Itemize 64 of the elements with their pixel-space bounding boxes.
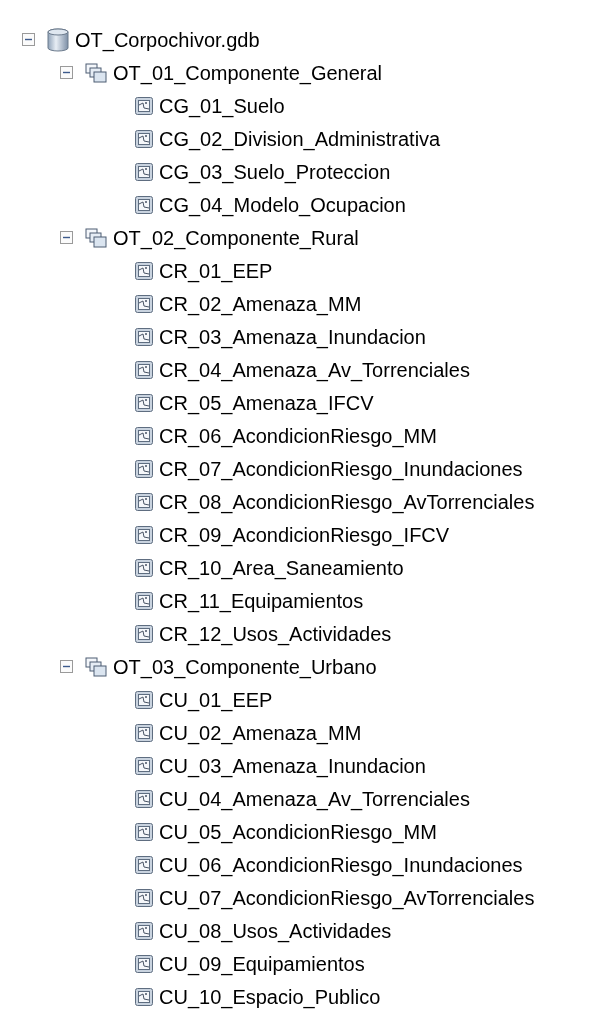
feature-class-icon	[135, 129, 153, 148]
collapse-icon[interactable]	[60, 231, 73, 244]
dataset-icon	[85, 227, 107, 248]
feature-class-icon	[135, 624, 153, 643]
feature-class-icon	[135, 327, 153, 346]
tree-item-label[interactable]: CR_05_Amenaza_IFCV	[159, 390, 374, 415]
tree-item-label[interactable]: CU_05_AcondicionRiesgo_MM	[159, 819, 437, 844]
feature-class-icon	[135, 525, 153, 544]
tree-item-label[interactable]: CU_02_Amenaza_MM	[159, 720, 362, 745]
feature-class-icon	[135, 591, 153, 610]
feature-class-icon	[135, 921, 153, 940]
tree-item-label[interactable]: CU_03_Amenaza_Inundacion	[159, 753, 426, 778]
collapse-icon[interactable]	[22, 33, 35, 46]
tree-item-label[interactable]: CR_09_AcondicionRiesgo_IFCV	[159, 522, 450, 547]
feature-class-icon	[135, 360, 153, 379]
feature-class-icon	[135, 954, 153, 973]
tree-item-label[interactable]: CR_12_Usos_Actividades	[159, 621, 392, 646]
tree-item-label[interactable]: CR_08_AcondicionRiesgo_AvTorrenciales	[159, 489, 535, 514]
feature-class-icon	[135, 426, 153, 445]
tree-item-label[interactable]: CG_01_Suelo	[159, 93, 285, 118]
feature-class-icon	[135, 162, 153, 181]
collapse-icon[interactable]	[60, 66, 73, 79]
database-icon	[47, 27, 69, 52]
tree-item-label[interactable]: CG_02_Division_Administrativa	[159, 126, 441, 151]
tree-item-label[interactable]: CU_06_AcondicionRiesgo_Inundaciones	[159, 852, 523, 877]
tree-item-label[interactable]: CR_04_Amenaza_Av_Torrenciales	[159, 357, 470, 382]
feature-class-icon	[135, 195, 153, 214]
tree-item-label[interactable]: CU_10_Espacio_Publico	[159, 984, 381, 1009]
feature-class-icon	[135, 987, 153, 1006]
feature-class-icon	[135, 294, 153, 313]
tree-item-label[interactable]: CR_01_EEP	[159, 258, 273, 283]
tree-item-label[interactable]: CU_01_EEP	[159, 687, 273, 712]
feature-class-icon	[135, 96, 153, 115]
tree-item-label[interactable]: CU_04_Amenaza_Av_Torrenciales	[159, 786, 470, 811]
feature-class-icon	[135, 558, 153, 577]
tree-item-label[interactable]: CR_06_AcondicionRiesgo_MM	[159, 423, 437, 448]
feature-class-icon	[135, 459, 153, 478]
tree-item-label[interactable]: CR_03_Amenaza_Inundacion	[159, 324, 426, 349]
feature-class-icon	[135, 492, 153, 511]
feature-class-icon	[135, 393, 153, 412]
tree-item-label[interactable]: CR_11_Equipamientos	[159, 588, 364, 613]
tree-item-label[interactable]: CU_08_Usos_Actividades	[159, 918, 392, 943]
tree-item-label[interactable]: OT_03_Componente_Urbano	[113, 654, 377, 679]
feature-class-icon	[135, 261, 153, 280]
tree-item-label[interactable]: CR_07_AcondicionRiesgo_Inundaciones	[159, 456, 523, 481]
feature-class-icon	[135, 756, 153, 775]
feature-class-icon	[135, 822, 153, 841]
tree-item-label[interactable]: CG_03_Suelo_Proteccion	[159, 159, 391, 184]
tree-item-label[interactable]: OT_Corpochivor.gdb	[75, 27, 260, 52]
collapse-icon[interactable]	[60, 660, 73, 673]
feature-class-icon	[135, 855, 153, 874]
feature-class-icon	[135, 690, 153, 709]
tree-item-label[interactable]: CU_09_Equipamientos	[159, 951, 365, 976]
tree-item-label[interactable]: CU_07_AcondicionRiesgo_AvTorrenciales	[159, 885, 535, 910]
dataset-icon	[85, 62, 107, 83]
feature-class-icon	[135, 789, 153, 808]
tree-item-label[interactable]: OT_01_Componente_General	[113, 60, 383, 85]
dataset-icon	[85, 656, 107, 677]
feature-class-icon	[135, 888, 153, 907]
tree-item-label[interactable]: CG_04_Modelo_Ocupacion	[159, 192, 406, 217]
tree-item-label[interactable]: CR_02_Amenaza_MM	[159, 291, 362, 316]
tree-item-label[interactable]: OT_02_Componente_Rural	[113, 225, 359, 250]
feature-class-icon	[135, 723, 153, 742]
tree-item-label[interactable]: CR_10_Area_Saneamiento	[159, 555, 404, 580]
